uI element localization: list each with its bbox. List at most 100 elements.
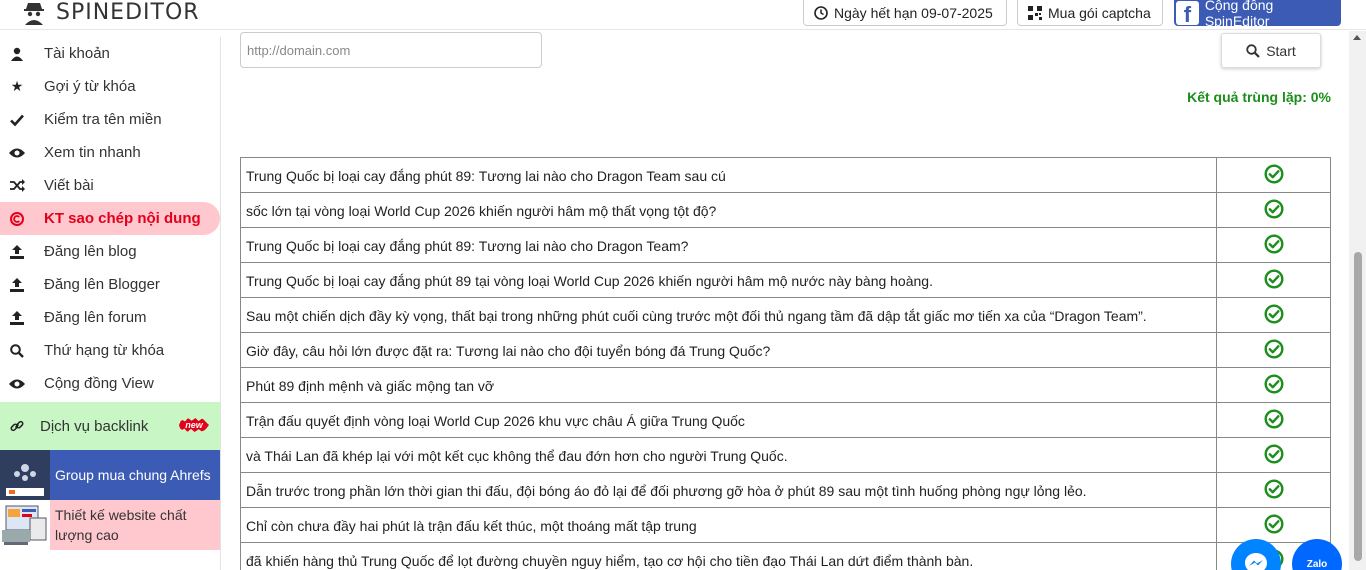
table-row: Dẫn trước trong phần lớn thời gian thi đ… (240, 472, 1331, 508)
sidebar-item-label: Đăng lên blog (44, 243, 137, 260)
table-row: Trung Quốc bị loại cay đắng phút 89: Tươ… (240, 227, 1331, 263)
status-cell (1216, 507, 1331, 543)
sentence-cell: Dẫn trước trong phần lớn thời gian thi đ… (240, 472, 1217, 508)
sidebar-item-backlink[interactable]: Dịch vụ backlink new (0, 402, 220, 450)
sentence-cell: Trận đấu quyết định vòng loại World Cup … (240, 402, 1217, 438)
logo[interactable]: SPINEDITOR (22, 0, 200, 26)
expiry-button[interactable]: Ngày hết hạn 09-07-2025 (803, 0, 1007, 26)
sidebar-item-write-article[interactable]: Viết bài (0, 169, 220, 202)
sidebar-item-copy-check[interactable]: KT sao chép nội dung (0, 202, 220, 235)
table-row: Giờ đây, câu hỏi lớn được đặt ra: Tương … (240, 332, 1331, 368)
sentence-cell: và Thái Lan đã khép lại với một kết cục … (240, 437, 1217, 473)
sidebar-item-label: Kiểm tra tên miền (44, 111, 162, 128)
sidebar-item-label: KT sao chép nội dung (44, 210, 201, 227)
sentence-cell: đã khiến hàng thủ Trung Quốc để lọt đườn… (240, 542, 1217, 570)
duplicate-result: Kết quả trùng lặp: 0% (1187, 89, 1331, 105)
upload-icon (9, 310, 25, 326)
sentence-cell: Giờ đây, câu hỏi lớn được đặt ra: Tương … (240, 332, 1217, 368)
shuffle-icon (9, 178, 25, 194)
user-icon (9, 46, 25, 62)
check-circle-icon (1263, 163, 1284, 184)
eye-icon (9, 376, 25, 392)
captcha-button[interactable]: Mua gói captcha (1017, 0, 1163, 26)
sentence-cell: Trung Quốc bị loại cay đắng phút 89 tại … (240, 262, 1217, 298)
promo-website-label: Thiết kế website chất lượng cao (50, 500, 220, 550)
sentence-cell: Trung Quốc bị loại cay đắng phút 89: Tươ… (240, 227, 1217, 263)
ahrefs-logo-icon (0, 450, 50, 500)
facebook-icon: f (1176, 1, 1199, 25)
check-circle-icon (1263, 478, 1284, 499)
start-label: Start (1266, 42, 1296, 59)
logo-text: SPINEDITOR (56, 0, 200, 25)
check-circle-icon (1263, 373, 1284, 394)
sidebar-item-label: Dịch vụ backlink (40, 417, 149, 435)
check-icon (9, 112, 25, 128)
status-cell (1216, 437, 1331, 473)
sidebar-item-post-blogger[interactable]: Đăng lên Blogger (0, 268, 220, 301)
status-cell (1216, 402, 1331, 438)
sidebar-item-label: Thứ hạng từ khóa (44, 342, 165, 359)
table-row: sốc lớn tại vòng loại World Cup 2026 khi… (240, 192, 1331, 228)
result-table: Trung Quốc bị loại cay đắng phút 89: Tươ… (240, 157, 1331, 570)
page-scrollbar[interactable] (1349, 31, 1366, 570)
eye-icon (9, 145, 25, 161)
status-cell (1216, 157, 1331, 193)
new-badge: new (179, 418, 209, 432)
check-circle-icon (1263, 513, 1284, 534)
check-circle-icon (1263, 443, 1284, 464)
table-row: Chỉ còn chưa đầy hai phút là trận đấu kế… (240, 507, 1331, 543)
table-row: Trung Quốc bị loại cay đắng phút 89 tại … (240, 262, 1331, 298)
sentence-cell: Phút 89 định mệnh và giấc mộng tan vỡ (240, 367, 1217, 403)
sidebar-item-account[interactable]: Tài khoản (0, 37, 220, 70)
check-circle-icon (1263, 233, 1284, 254)
star-icon: ★ (10, 78, 24, 94)
qrcode-icon (1028, 5, 1042, 20)
sidebar-item-label: Xem tin nhanh (44, 144, 141, 161)
promo-website-design[interactable]: Thiết kế website chất lượng cao (0, 500, 220, 550)
promo-ahrefs[interactable]: Group mua chung Ahrefs (0, 450, 220, 500)
search-icon (9, 343, 25, 359)
link-icon (9, 418, 25, 434)
sidebar-item-label: Viết bài (44, 177, 94, 194)
sidebar: Tài khoản ★ Gợi ý từ khóa Kiểm tra tên m… (0, 37, 221, 570)
status-cell (1216, 332, 1331, 368)
check-circle-icon (1263, 338, 1284, 359)
sidebar-item-keyword-rank[interactable]: Thứ hạng từ khóa (0, 334, 220, 367)
copyright-icon (9, 211, 25, 227)
table-row: và Thái Lan đã khép lại với một kết cục … (240, 437, 1331, 473)
community-button[interactable]: f Cộng đồng SpinEditor (1174, 0, 1341, 29)
table-row: Sau một chiến dịch đầy kỳ vọng, thất bại… (240, 297, 1331, 333)
scroll-up-arrow-icon[interactable] (1353, 35, 1361, 40)
start-button[interactable]: Start (1221, 33, 1321, 68)
website-design-icon (0, 500, 50, 550)
check-circle-icon (1263, 198, 1284, 219)
sidebar-item-label: Cộng đồng View (44, 375, 154, 392)
check-circle-icon (1263, 408, 1284, 429)
table-row: Trung Quốc bị loại cay đắng phút 89: Tươ… (240, 157, 1331, 193)
sidebar-item-label: Tài khoản (44, 45, 110, 62)
table-row: Phút 89 định mệnh và giấc mộng tan vỡ (240, 367, 1331, 403)
scroll-thumb[interactable] (1354, 252, 1362, 561)
check-circle-icon (1263, 268, 1284, 289)
status-cell (1216, 192, 1331, 228)
expiry-label: Ngày hết hạn 09-07-2025 (834, 4, 993, 21)
url-input[interactable] (240, 32, 542, 68)
sidebar-item-label: Gợi ý từ khóa (44, 78, 136, 95)
sidebar-item-quick-news[interactable]: Xem tin nhanh (0, 136, 220, 169)
status-cell (1216, 367, 1331, 403)
spy-logo-icon (24, 3, 44, 25)
status-cell (1216, 262, 1331, 298)
sidebar-item-post-blog[interactable]: Đăng lên blog (0, 235, 220, 268)
sidebar-item-post-forum[interactable]: Đăng lên forum (0, 301, 220, 334)
sidebar-item-label: Đăng lên forum (44, 309, 147, 326)
sidebar-item-keyword-suggest[interactable]: ★ Gợi ý từ khóa (0, 70, 220, 103)
search-icon (1246, 43, 1260, 58)
status-cell (1216, 472, 1331, 508)
sentence-cell: Sau một chiến dịch đầy kỳ vọng, thất bại… (240, 297, 1217, 333)
check-circle-icon (1263, 303, 1284, 324)
messenger-icon (1245, 553, 1267, 570)
sidebar-item-domain-check[interactable]: Kiểm tra tên miền (0, 103, 220, 136)
sidebar-item-community-view[interactable]: Cộng đồng View (0, 367, 220, 400)
sentence-cell: sốc lớn tại vòng loại World Cup 2026 khi… (240, 192, 1217, 228)
sentence-cell: Trung Quốc bị loại cay đắng phút 89: Tươ… (240, 157, 1217, 193)
